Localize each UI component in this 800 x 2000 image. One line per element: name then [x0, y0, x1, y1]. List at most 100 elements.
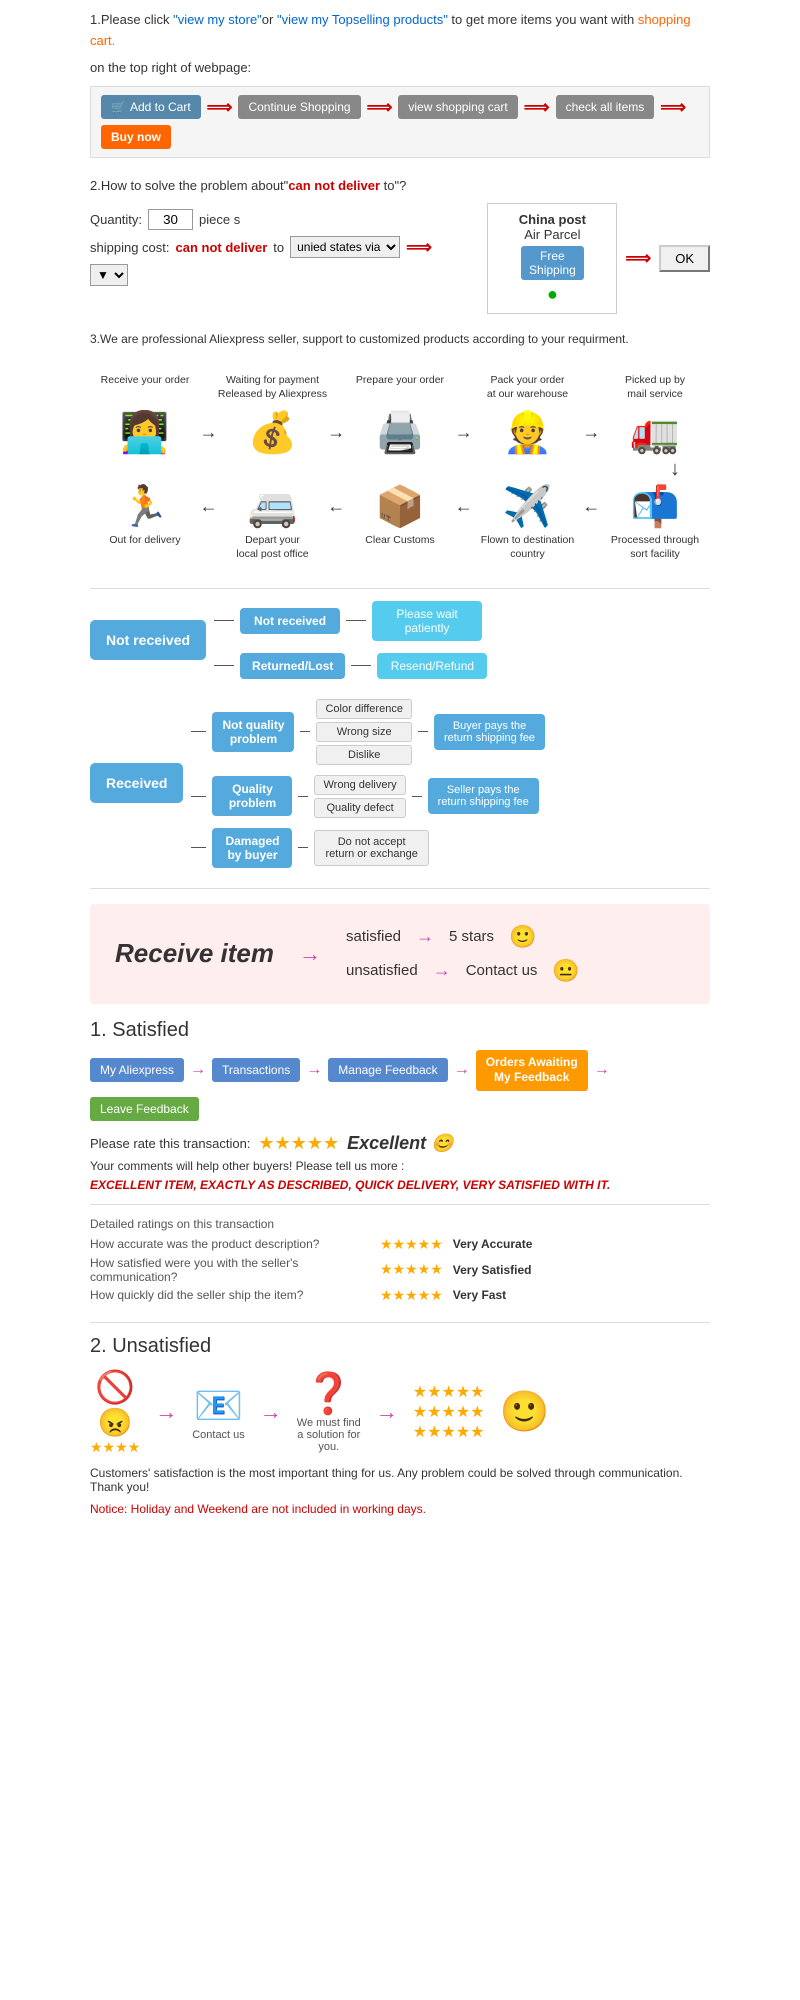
satisfied-arrow: → — [416, 926, 434, 947]
continue-shopping-button[interactable]: Continue Shopping — [238, 95, 360, 119]
process-label-7: Depart yourlocal post office — [218, 534, 328, 561]
received-section: Received Not qualityproblem Color differ… — [90, 699, 710, 868]
shipping-option-select[interactable]: ▼ — [90, 264, 128, 286]
orders-awaiting-btn[interactable]: Orders AwaitingMy Feedback — [476, 1050, 588, 1091]
transactions-btn[interactable]: Transactions — [212, 1058, 300, 1082]
view-cart-button[interactable]: view shopping cart — [398, 95, 517, 119]
leave-feedback-btn[interactable]: Leave Feedback — [90, 1097, 199, 1121]
add-to-cart-button[interactable]: 🛒 Add to Cart — [101, 95, 201, 119]
quality-branch: Qualityproblem Wrong delivery Quality de… — [191, 775, 545, 818]
seller-pays-outcome: Seller pays thereturn shipping fee — [428, 778, 539, 814]
five-stars-label: 5 stars — [449, 928, 494, 945]
rating-row-1: How accurate was the product description… — [90, 1236, 710, 1253]
neutral-emoji: 😐 — [552, 958, 579, 984]
view-store-link[interactable]: "view my store" — [173, 12, 262, 27]
cart-icon: 🛒 — [111, 100, 126, 114]
to-text: to — [273, 240, 284, 255]
receive-arrow: → — [299, 941, 321, 967]
happy-emoji: 🙂 — [509, 924, 536, 950]
fb-arrow-3: → — [454, 1061, 470, 1079]
flow-arrow-2: → — [327, 422, 345, 443]
buyer-pays-outcome: Buyer pays thereturn shipping fee — [434, 714, 545, 750]
rate-stars: ★★★★★ — [258, 1133, 339, 1154]
process-icon-3: 🖨️ — [345, 409, 455, 456]
no-return-box: Do not acceptreturn or exchange — [314, 830, 428, 866]
not-received-root: Not received — [90, 620, 206, 660]
ship-label: shipping cost: — [90, 240, 170, 255]
step1-text: 1.Please click "view my store"or "view m… — [90, 10, 710, 52]
contact-us-label: Contact us — [466, 962, 538, 979]
step1-subtext: on the top right of webpage: — [90, 58, 710, 79]
damaged-branch: Damagedby buyer Do not acceptreturn or e… — [191, 828, 545, 868]
process-label-3: Prepare your order — [345, 374, 455, 401]
unsat-arrow-1: → — [155, 1399, 177, 1425]
feedback-flow: My Aliexpress → Transactions → Manage Fe… — [90, 1050, 710, 1121]
flow-arrow-5: ← — [200, 496, 218, 517]
ok-button[interactable]: OK — [659, 245, 710, 272]
process-icon-6: 🏃 — [90, 483, 200, 530]
dot-indicator: ● — [500, 284, 604, 305]
rating-label-3: How quickly did the seller ship the item… — [90, 1288, 370, 1302]
satisfied-label: satisfied — [346, 928, 401, 945]
process-label-4: Pack your orderat our warehouse — [473, 374, 583, 401]
process-icon-10: 📬 — [600, 483, 710, 530]
process-icon-7: 🚐 — [218, 483, 328, 530]
notice-text: Customers' satisfaction is the most impo… — [90, 1466, 710, 1494]
buy-now-button[interactable]: Buy now — [101, 125, 171, 149]
flow-arrow-8: ← — [582, 496, 600, 517]
quality-box: Qualityproblem — [212, 776, 292, 816]
process-icon-9: ✈️ — [473, 483, 583, 530]
not-received-box-1: Not received — [240, 608, 340, 634]
step2-title: 2.How to solve the problem about"can not… — [90, 176, 710, 197]
shipping-method-select[interactable]: unied states via — [290, 236, 400, 258]
arrow3: ⟹ — [524, 97, 550, 118]
satisfied-header: 1. Satisfied — [90, 1019, 710, 1042]
receive-outcomes: satisfied → 5 stars 🙂 unsatisfied → Cont… — [346, 924, 580, 984]
color-diff-box: Color difference — [316, 699, 411, 719]
unsatisfied-row: unsatisfied → Contact us 😐 — [346, 958, 580, 984]
process-icon-8: 📦 — [345, 483, 455, 530]
unsatisfied-section: 2. Unsatisfied 🚫 😠 ★★★★ → 📧 Contact us →… — [90, 1335, 710, 1516]
step1-section: 1.Please click "view my store"or "view m… — [90, 10, 710, 158]
rating-stars-3: ★★★★★ — [380, 1287, 443, 1304]
fb-arrow-2: → — [306, 1061, 322, 1079]
manage-feedback-btn[interactable]: Manage Feedback — [328, 1058, 447, 1082]
unsat-icon-1: 🚫 😠 ★★★★ — [90, 1368, 140, 1456]
not-received-outcome-2: Resend/Refund — [377, 653, 487, 679]
dislike-box: Dislike — [316, 745, 411, 765]
wrong-delivery-box: Wrong delivery — [314, 775, 405, 795]
china-post-subtitle: Air Parcel — [500, 227, 604, 242]
unsat-smiley: 🙂 — [500, 1388, 550, 1435]
my-aliexpress-btn[interactable]: My Aliexpress — [90, 1058, 184, 1082]
view-topselling-link[interactable]: "view my Topselling products" — [277, 12, 448, 27]
quality-defect-box: Quality defect — [314, 798, 405, 818]
qty-input[interactable] — [148, 209, 193, 230]
damaged-box: Damagedby buyer — [212, 828, 292, 868]
cart-flow: 🛒 Add to Cart ⟹ Continue Shopping ⟹ view… — [90, 86, 710, 158]
process-label-6: Out for delivery — [90, 534, 200, 561]
process-flow-section: Receive your order Waiting for paymentRe… — [90, 364, 710, 576]
problem-section: Quantity: piece s shipping cost: can not… — [90, 203, 710, 314]
rating-stars-2: ★★★★★ — [380, 1261, 443, 1278]
arrow1: ⟹ — [207, 97, 233, 118]
check-all-button[interactable]: check all items — [556, 95, 655, 119]
flow-arrow-4: → — [582, 422, 600, 443]
excellent-text: Excellent 😊 — [347, 1133, 453, 1154]
ship-arrow1: ⟹ — [406, 237, 432, 258]
step3-text: 3.We are professional Aliexpress seller,… — [90, 332, 710, 346]
unsat-icon-3: ❓ We must finda solution foryou. — [297, 1370, 361, 1453]
satisfied-row: satisfied → 5 stars 🙂 — [346, 924, 580, 950]
process-label-8: Clear Customs — [345, 534, 455, 561]
rating-value-3: Very Fast — [453, 1288, 506, 1302]
unsat-icon-2: 📧 Contact us — [192, 1382, 245, 1441]
rating-label-2: How satisfied were you with the seller's… — [90, 1256, 370, 1284]
china-post-right: China post Air Parcel FreeShipping ● ⟹ O… — [487, 203, 710, 314]
flow-arrow-6: ← — [327, 496, 345, 517]
down-arrow: ↓ — [90, 458, 680, 481]
flow-arrow-3: → — [455, 422, 473, 443]
rate-row: Please rate this transaction: ★★★★★ Exce… — [90, 1133, 710, 1154]
comments-text: Your comments will help other buyers! Pl… — [90, 1159, 710, 1173]
not-received-branch-1: Not received Please waitpatiently — [214, 601, 487, 641]
not-received-outcome-1: Please waitpatiently — [372, 601, 482, 641]
rating-label-1: How accurate was the product description… — [90, 1237, 370, 1251]
